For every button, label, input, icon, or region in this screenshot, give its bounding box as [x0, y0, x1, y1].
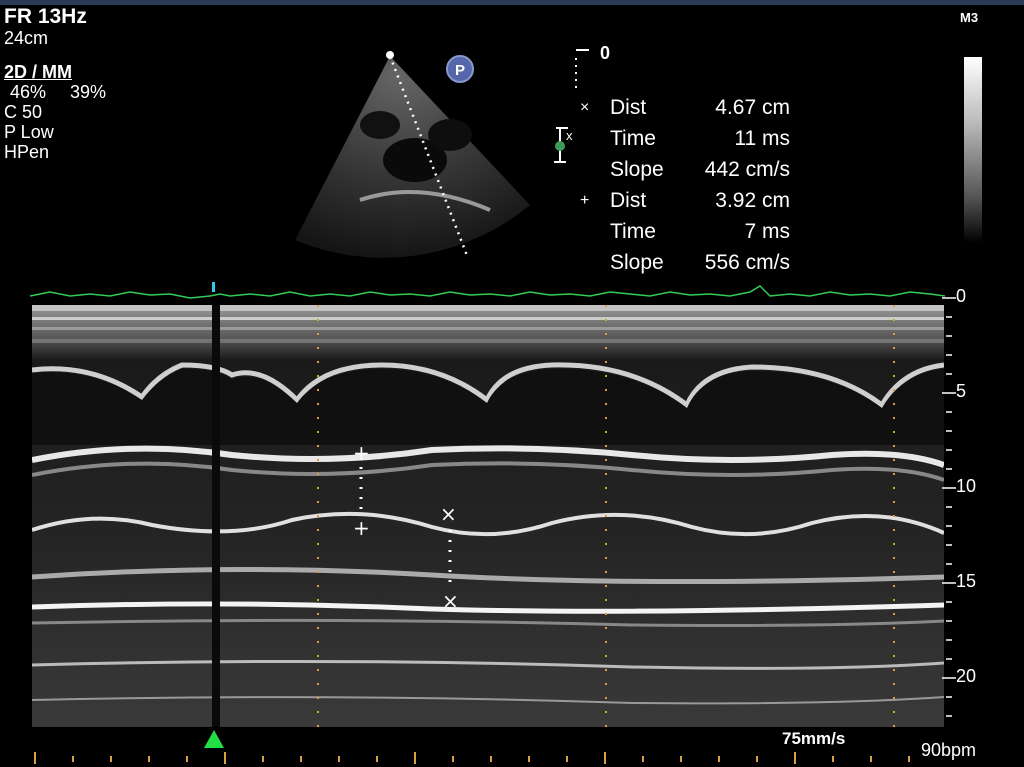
svg-text:+: +: [353, 441, 370, 465]
imaging-mode: 2D / MM: [4, 62, 73, 82]
mini-depth-zero: 0: [600, 43, 611, 63]
measurement-row: Slope 442 cm/s: [610, 158, 790, 181]
frequency: HPen: [4, 142, 50, 162]
parameter-panel: FR 13Hz 24cm 2D / MM 46% 39% C 50 P Low H…: [4, 5, 130, 163]
measurement-row: + Dist 3.92 cm: [580, 185, 790, 216]
sector-image[interactable]: [290, 40, 540, 280]
timeline-cursor-marker: [212, 282, 215, 292]
depth-label-20: 20: [956, 666, 977, 686]
depth-setting: 24cm: [4, 28, 49, 48]
top-bar: [0, 0, 1024, 5]
measurement-row: Slope 556 cm/s: [610, 251, 790, 274]
power: P Low: [4, 122, 54, 142]
depth-label-0: 0: [956, 286, 967, 306]
depth-label-15: 15: [956, 571, 977, 591]
plus-marker-icon: +: [580, 192, 590, 209]
timeline-cursor[interactable]: [212, 305, 220, 727]
sweep-speed: 75mm/s: [782, 729, 846, 748]
probe-orientation-badge: P: [446, 55, 474, 83]
measurement-row: Time 11 ms: [610, 127, 790, 150]
depth-label-5: 5: [956, 381, 967, 401]
heart-rate: 90bpm: [921, 740, 977, 760]
preset-label: M3: [960, 10, 979, 25]
cross-marker-icon: ×: [580, 99, 590, 116]
depth-label-10: 10: [956, 476, 977, 496]
cursor-position-triangle-icon[interactable]: [204, 730, 224, 748]
measurement-row: Time 7 ms: [610, 220, 790, 243]
svg-text:×: ×: [442, 589, 459, 613]
measurement-panel: × Dist 4.67 cm Time 11 ms Slope 442 cm/s + Di…: [580, 92, 790, 278]
gain-mm: 39%: [70, 82, 107, 102]
mmode-image[interactable]: + + × ×: [32, 305, 944, 727]
gain-values: 46% 39%: [4, 82, 130, 102]
frame-rate: FR 13Hz: [4, 5, 87, 28]
svg-text:×: ×: [440, 502, 457, 526]
gain-2d: 46%: [10, 82, 47, 102]
probe-apex-dot: [386, 51, 394, 59]
svg-text:+: +: [353, 516, 370, 540]
depth-scale-ticks: [942, 297, 956, 717]
grayscale-bar: [964, 57, 982, 243]
svg-text:x: x: [566, 128, 573, 143]
compression: C 50: [4, 102, 43, 122]
ecg-trace: [30, 282, 945, 299]
measurement-row: × Dist 4.67 cm: [580, 92, 790, 123]
